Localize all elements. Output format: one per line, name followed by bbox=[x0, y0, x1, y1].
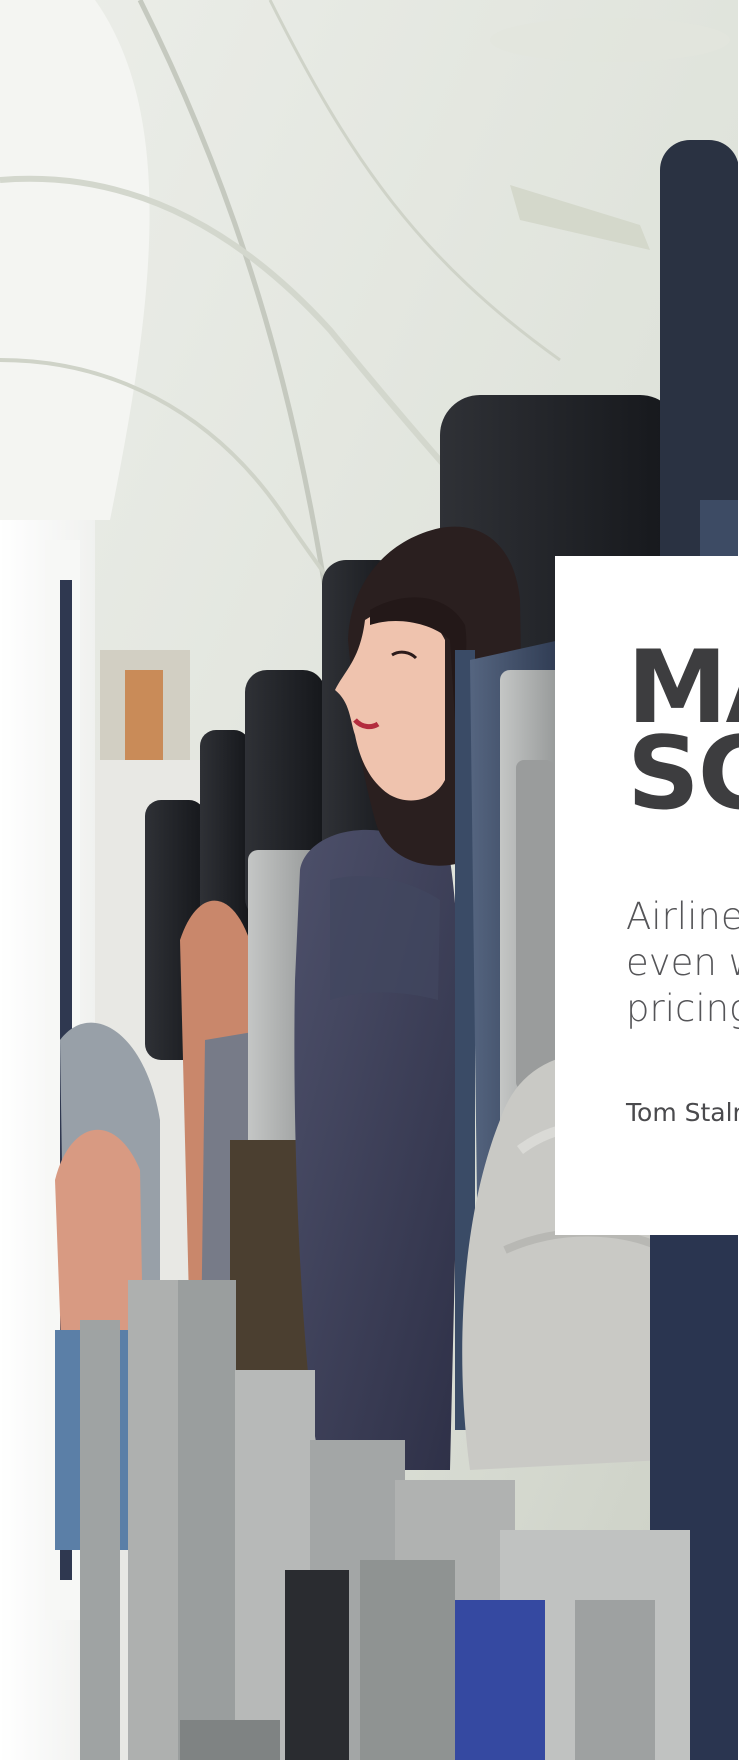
article-headline: MA SC bbox=[627, 637, 739, 832]
article-subheadline: Airline even w pricing bbox=[626, 894, 739, 1032]
dek-line-3: pricing bbox=[626, 987, 739, 1030]
headline-line-2: SC bbox=[627, 714, 739, 832]
article-card[interactable]: MA SC Airline even w pricing Tom Stalr bbox=[555, 556, 739, 1235]
dek-line-1: Airline bbox=[626, 895, 739, 938]
dek-line-2: even w bbox=[626, 941, 739, 984]
author-byline: Tom Stalr bbox=[626, 1098, 739, 1127]
